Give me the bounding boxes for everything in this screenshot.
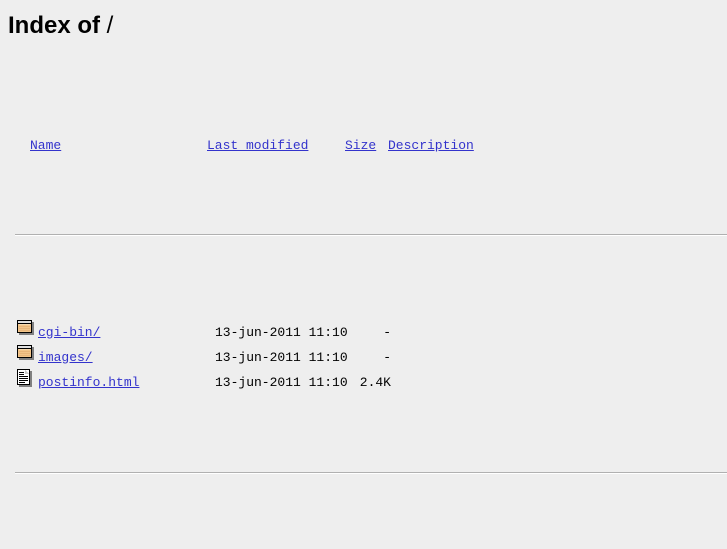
document-icon bbox=[16, 368, 36, 389]
listing-header-row: Name Last modified Size Description bbox=[8, 133, 727, 153]
folder-icon bbox=[16, 318, 36, 339]
listing-row: images/13-jun-2011 11:10- bbox=[16, 340, 727, 365]
directory-index-page: Index of / Name Last modified Size Descr… bbox=[0, 0, 727, 549]
page-title-prefix: Index of bbox=[8, 12, 107, 39]
listing-rows: cgi-bin/13-jun-2011 11:10- images/13-jun-… bbox=[8, 312, 727, 390]
entry-size: 2.4K bbox=[359, 374, 391, 390]
column-header-name[interactable]: Name bbox=[30, 133, 61, 158]
directory-listing: Name Last modified Size Description cgi-… bbox=[0, 40, 727, 549]
page-title-path: / bbox=[106, 12, 114, 39]
listing-row: postinfo.html 13-jun-2011 11:10 2.4K bbox=[16, 365, 727, 390]
footer-divider bbox=[15, 471, 727, 474]
entry-last-modified: 13-jun-2011 11:10 bbox=[215, 374, 348, 390]
header-divider bbox=[15, 233, 727, 236]
column-header-description[interactable]: Description bbox=[388, 133, 474, 158]
listing-row: cgi-bin/13-jun-2011 11:10- bbox=[16, 315, 727, 340]
column-header-size[interactable]: Size bbox=[345, 133, 376, 158]
column-header-last-modified[interactable]: Last modified bbox=[207, 133, 308, 158]
folder-icon bbox=[16, 343, 36, 364]
entry-link[interactable]: postinfo.html bbox=[38, 370, 139, 395]
page-title: Index of / bbox=[0, 0, 727, 40]
